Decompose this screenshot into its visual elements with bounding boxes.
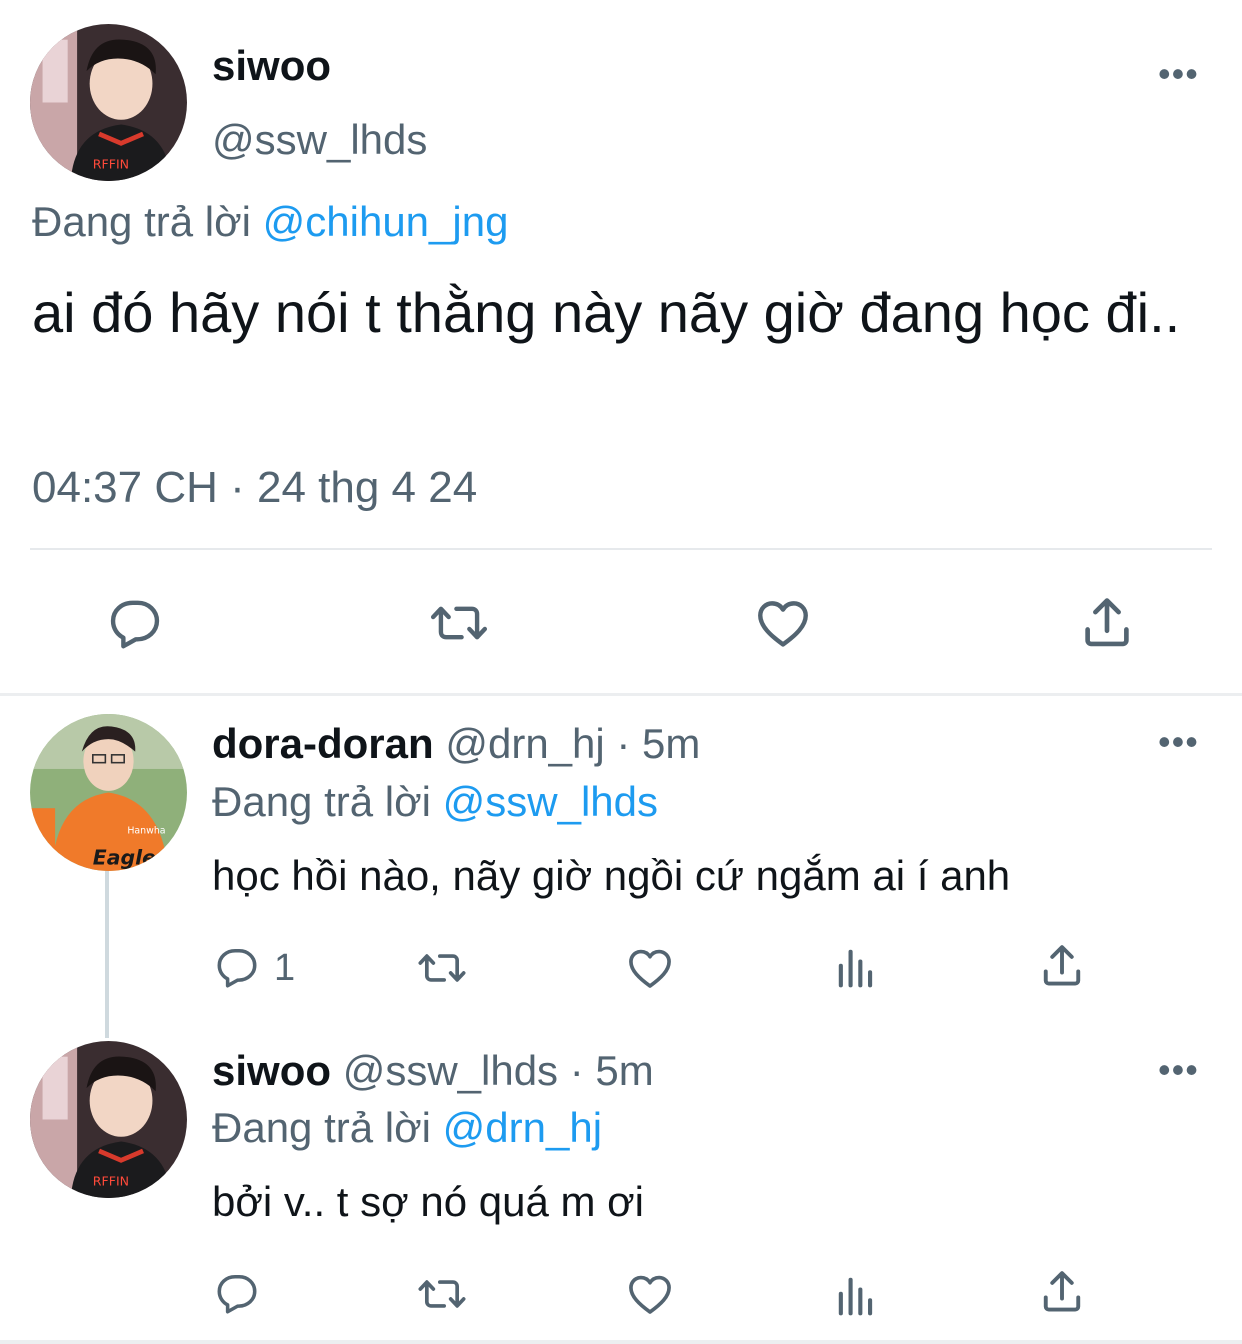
tweet-timestamp[interactable]: 04:37 CH · 24 thg 4 24 <box>32 460 477 516</box>
avatar[interactable]: Eagles Hanwha <box>30 714 187 871</box>
reply-header: dora-doran @drn_hj · 5m <box>212 718 700 770</box>
reply-icon[interactable] <box>212 1268 262 1318</box>
svg-text:RFFIN: RFFIN <box>93 156 129 171</box>
more-options-icon[interactable]: ••• <box>1158 1052 1199 1088</box>
share-icon[interactable] <box>1036 1266 1088 1318</box>
replying-prefix: Đang trả lời <box>212 778 431 825</box>
reply-count: 1 <box>274 947 296 989</box>
replying-prefix: Đang trả lời <box>32 198 251 245</box>
replying-prefix: Đang trả lời <box>212 1104 431 1151</box>
reply-time[interactable]: · 5m <box>616 720 700 767</box>
author-name[interactable]: dora-doran <box>212 720 434 767</box>
author-name[interactable]: siwoo <box>212 1047 331 1094</box>
retweet-icon[interactable] <box>416 942 468 994</box>
replying-to-line: Đang trả lời @drn_hj <box>212 1102 602 1154</box>
like-icon[interactable] <box>752 592 814 654</box>
author-handle[interactable]: @ssw_lhds <box>212 114 427 166</box>
avatar[interactable]: RFFIN <box>30 1041 187 1198</box>
more-options-icon[interactable]: ••• <box>1158 56 1199 92</box>
reply-text: học hồi nào, nãy giờ ngồi cứ ngắm ai í a… <box>212 852 1011 899</box>
svg-text:RFFIN: RFFIN <box>93 1173 129 1188</box>
user-avatar-siwoo-icon: RFFIN <box>30 1041 187 1198</box>
analytics-icon[interactable] <box>830 942 882 994</box>
author-handle[interactable]: @drn_hj <box>445 720 604 767</box>
analytics-icon[interactable] <box>830 1270 882 1322</box>
avatar[interactable]: RFFIN <box>30 24 187 181</box>
thread-connector-line <box>105 868 109 1038</box>
reply-time[interactable]: · 5m <box>570 1047 654 1094</box>
share-icon[interactable] <box>1036 940 1088 992</box>
retweet-icon[interactable] <box>416 1268 468 1320</box>
like-icon[interactable] <box>624 1268 676 1320</box>
author-name[interactable]: siwoo <box>212 40 331 92</box>
reply-icon[interactable] <box>212 942 262 992</box>
replying-to-line: Đang trả lời @chihun_jng <box>32 196 508 248</box>
svg-text:Eagles: Eagles <box>93 846 168 870</box>
replying-to-mention[interactable]: @chihun_jng <box>263 198 509 245</box>
user-avatar-dora-doran-icon: Eagles Hanwha <box>30 714 187 871</box>
retweet-icon[interactable] <box>428 592 490 654</box>
divider <box>30 548 1212 550</box>
author-handle[interactable]: @ssw_lhds <box>343 1047 558 1094</box>
section-divider <box>0 693 1242 696</box>
more-options-icon[interactable]: ••• <box>1158 724 1199 760</box>
replying-to-mention[interactable]: @drn_hj <box>443 1104 602 1151</box>
replying-to-mention[interactable]: @ssw_lhds <box>443 778 658 825</box>
replying-to-line: Đang trả lời @ssw_lhds <box>212 776 658 828</box>
svg-text:Hanwha: Hanwha <box>127 825 165 836</box>
user-avatar-siwoo-icon: RFFIN <box>30 24 187 181</box>
tweet-text: ai đó hãy nói t thằng này nãy giờ đang h… <box>32 281 1181 344</box>
reply-text: bởi v.. t sợ nó quá m ơi <box>212 1178 644 1225</box>
share-icon[interactable] <box>1076 592 1138 654</box>
reply-header: siwoo @ssw_lhds · 5m <box>212 1045 654 1097</box>
reply-icon[interactable] <box>104 592 166 654</box>
like-icon[interactable] <box>624 942 676 994</box>
bottom-divider <box>0 1340 1242 1344</box>
